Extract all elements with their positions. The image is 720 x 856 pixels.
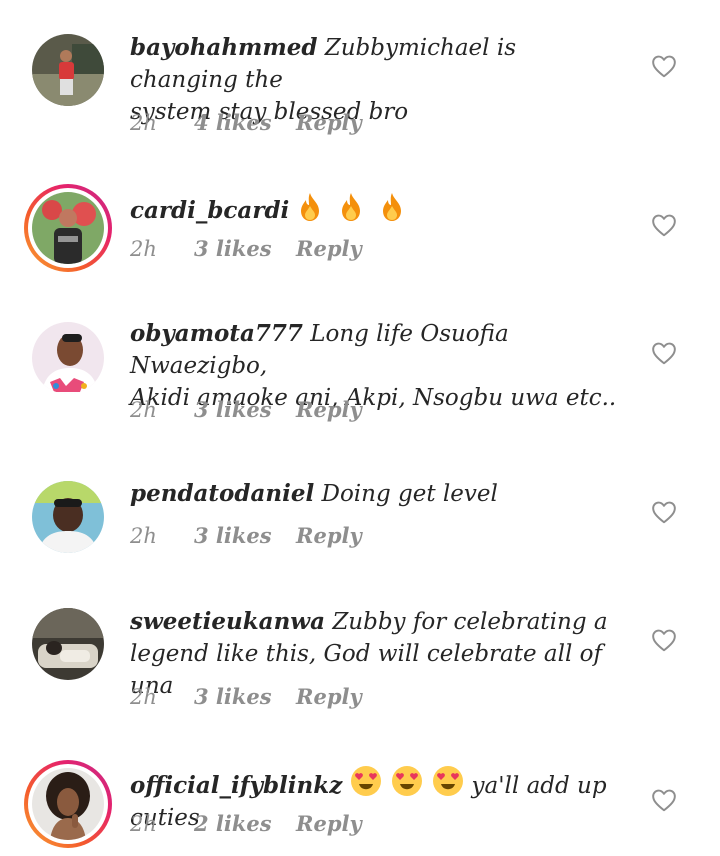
fire-emoji-icon [300, 193, 319, 221]
likes-count-link[interactable]: 3 likes [194, 395, 272, 425]
likes-count-link[interactable]: 3 likes [194, 521, 272, 551]
avatar-story-ring[interactable] [24, 760, 112, 848]
likes-count-link[interactable]: 4 likes [194, 108, 272, 138]
avatar-story-ring[interactable] [24, 184, 112, 272]
avatar [32, 768, 104, 840]
fire-emoji-icon [383, 193, 402, 221]
comment-username[interactable]: obyamota777 [130, 320, 303, 347]
comment-timestamp: 2h [130, 685, 157, 709]
heart-icon[interactable] [651, 788, 677, 812]
heart-eyes-emoji-icon [391, 766, 422, 796]
avatar [32, 192, 104, 264]
heart-eyes-emoji-icon [350, 766, 381, 796]
comment-timestamp: 2h [130, 398, 157, 422]
heart-icon[interactable] [651, 213, 677, 237]
comment-timestamp: 2h [130, 524, 157, 548]
comment-username[interactable]: sweetieukanwa [130, 608, 325, 635]
reply-button[interactable]: Reply [296, 521, 362, 551]
comment-timestamp: 2h [130, 237, 157, 261]
likes-count-link[interactable]: 3 likes [194, 234, 272, 264]
heart-eyes-emoji-icon [433, 766, 464, 796]
heart-icon[interactable] [651, 628, 677, 652]
heart-icon[interactable] [651, 500, 677, 524]
heart-icon[interactable] [651, 341, 677, 365]
reply-button[interactable]: Reply [296, 809, 362, 839]
comment-username[interactable]: cardi_bcardi [130, 197, 289, 224]
reply-button[interactable]: Reply [296, 682, 362, 712]
comment-timestamp: 2h [130, 812, 157, 836]
reply-button[interactable]: Reply [296, 108, 362, 138]
avatar[interactable] [32, 34, 104, 106]
comment-username[interactable]: pendatodaniel [130, 480, 314, 507]
avatar[interactable] [32, 608, 104, 680]
comment-username[interactable]: bayohahmmed [130, 34, 317, 61]
heart-icon[interactable] [651, 54, 677, 78]
comment-text: Zubby for celebrating a [332, 609, 608, 635]
reply-button[interactable]: Reply [296, 234, 362, 264]
fire-emoji-icon [341, 193, 360, 221]
comment-emoji-group [350, 766, 472, 799]
comment-timestamp: 2h [130, 111, 157, 135]
likes-count-link[interactable]: 3 likes [194, 682, 272, 712]
reply-button[interactable]: Reply [296, 395, 362, 425]
comment-text: Doing get level [321, 481, 498, 507]
comment-emoji-group [297, 193, 406, 224]
comment-username[interactable]: official_ifyblinkz [130, 772, 342, 799]
avatar[interactable] [32, 322, 104, 394]
likes-count-link[interactable]: 2 likes [194, 809, 272, 839]
avatar[interactable] [32, 481, 104, 553]
